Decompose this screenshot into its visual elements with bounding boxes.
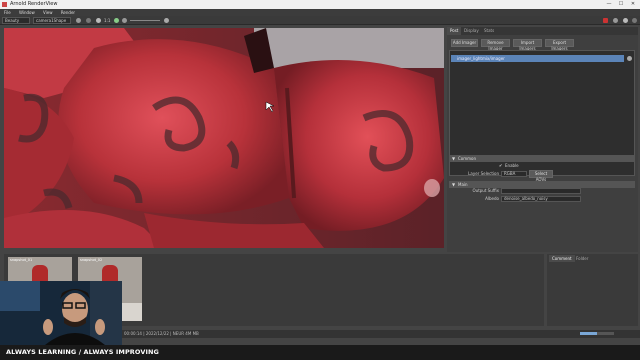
close-button[interactable]: ✕ — [627, 0, 639, 9]
imager-options-icon[interactable] — [627, 56, 632, 61]
maximize-button[interactable]: ☐ — [615, 0, 627, 9]
exposure-icon[interactable] — [122, 18, 127, 23]
webcam-image — [0, 281, 122, 345]
snapshot-caption: snapshot_02 — [80, 258, 103, 262]
zoom-ratio[interactable]: 1:1 — [104, 18, 110, 23]
snapshot-icon[interactable] — [613, 18, 618, 23]
albedo-field[interactable]: denoise_albedo_noisy — [501, 196, 581, 202]
collapse-arrow-icon: ▼ — [452, 182, 456, 187]
output-suffix-field[interactable] — [501, 188, 581, 194]
snapshot-caption: snapshot_01 — [10, 258, 33, 262]
render-viewport[interactable] — [4, 28, 444, 248]
add-imager-button[interactable]: Add Imager — [451, 39, 478, 47]
remove-imager-button[interactable]: Remove Imager — [481, 39, 510, 51]
settings-icon[interactable] — [114, 18, 119, 23]
render-image — [4, 28, 444, 248]
tab-post[interactable]: Post — [447, 27, 462, 35]
post-panel: Post Display Stats Add Imager Remove Ima… — [447, 27, 638, 252]
import-imagers-button[interactable]: Import Imagers — [513, 39, 542, 51]
banner-text: ALWAYS LEARNING / ALWAYS IMPROVING — [6, 348, 159, 356]
panel-tabs: Post Display Stats — [447, 27, 638, 35]
tab-comment[interactable]: Comment — [549, 255, 575, 262]
record-icon[interactable] — [603, 18, 608, 23]
menu-file[interactable]: File — [4, 10, 11, 15]
region-icon[interactable] — [96, 18, 101, 23]
albedo-label: Albedo — [485, 196, 499, 201]
tab-folder[interactable]: Folder — [573, 255, 591, 262]
layer-selection-field[interactable]: RGBA — [501, 171, 527, 177]
exposure-slider[interactable] — [130, 20, 160, 21]
enable-label: Enable — [505, 163, 519, 168]
menu-view[interactable]: View — [43, 10, 53, 15]
main-section-header[interactable]: ▼ Main — [449, 181, 635, 188]
save-icon[interactable] — [623, 18, 628, 23]
collapse-arrow-icon: ▼ — [452, 156, 456, 161]
instructor-webcam — [0, 281, 122, 345]
comment-panel: Comment Folder — [547, 254, 638, 326]
minimize-button[interactable]: — — [603, 0, 615, 9]
aov-dropdown[interactable]: Beauty — [2, 17, 30, 24]
render-progress-bar — [580, 332, 614, 335]
stop-icon[interactable] — [86, 18, 91, 23]
menu-bar: File Window View Render — [0, 9, 640, 16]
layer-selection-label: Layer Selection — [468, 171, 499, 176]
menu-window[interactable]: Window — [19, 10, 35, 15]
common-section-header[interactable]: ▼ Common — [449, 155, 635, 162]
options-icon[interactable] — [632, 18, 637, 23]
status-text: 00:00:14 | 2022/12/22 | NEUR 4M MB — [124, 331, 199, 336]
select-aovs-button[interactable]: Select AOVs — [529, 170, 553, 182]
window-title: Arnold RenderView — [10, 1, 58, 7]
output-suffix-label: Output Suffix — [472, 188, 499, 193]
title-bar: Arnold RenderView — ☐ ✕ — [0, 0, 640, 9]
imager-row[interactable]: imager_lightmix/imager — [451, 55, 624, 62]
tab-display[interactable]: Display — [461, 27, 482, 35]
render-icon[interactable] — [76, 18, 81, 23]
enable-checkbox[interactable]: ✔ — [499, 163, 502, 169]
toolbar: Beauty camera1Shape 1:1 — [0, 16, 640, 25]
camera-dropdown[interactable]: camera1Shape — [33, 17, 71, 24]
main-section-title: Main — [458, 182, 468, 187]
render-progress-fill — [580, 332, 597, 335]
app-icon — [2, 2, 7, 7]
export-imagers-button[interactable]: Export Imagers — [545, 39, 574, 51]
tab-stats[interactable]: Stats — [481, 27, 497, 35]
gamma-icon[interactable] — [164, 18, 169, 23]
menu-render[interactable]: Render — [61, 10, 75, 15]
common-section-title: Common — [458, 156, 477, 161]
course-banner: ALWAYS LEARNING / ALWAYS IMPROVING — [0, 345, 640, 360]
